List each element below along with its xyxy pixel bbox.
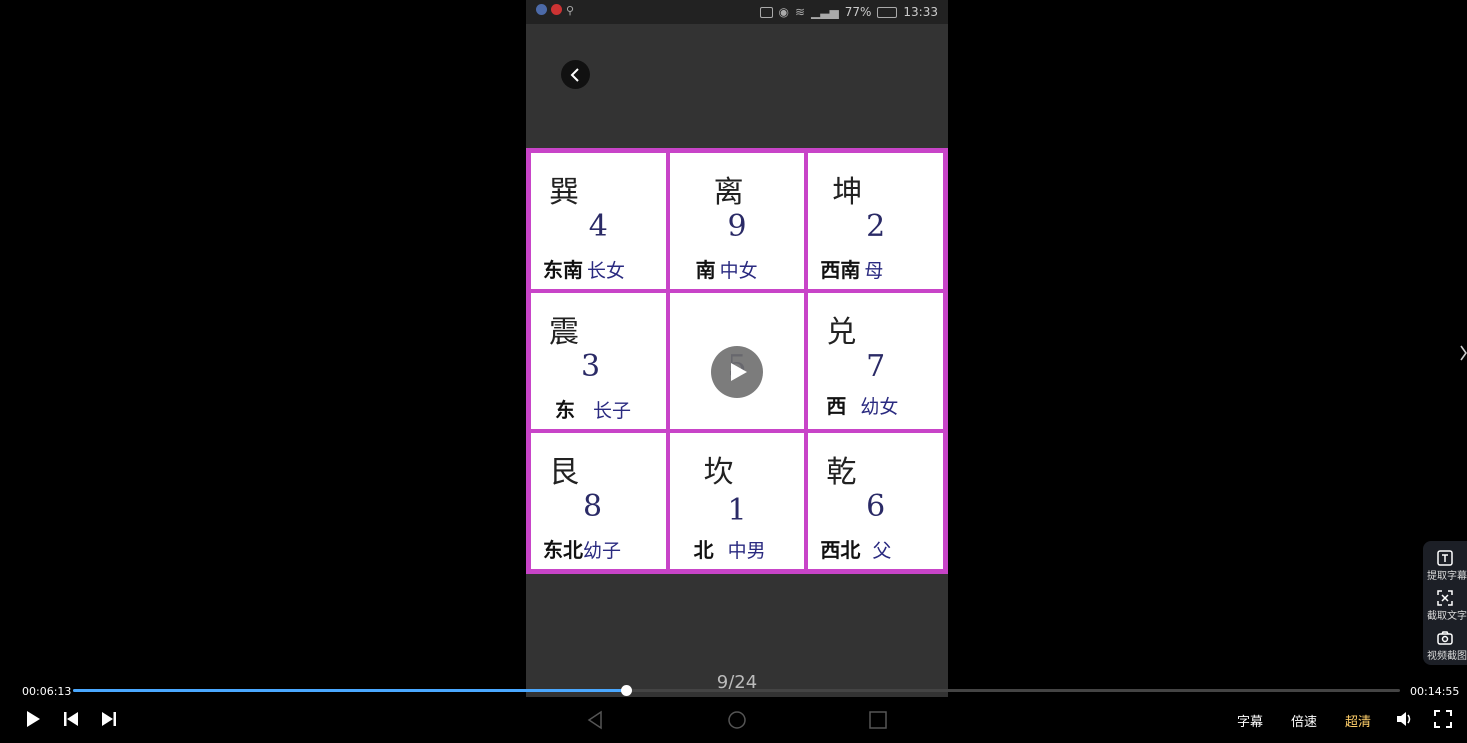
back-button[interactable] [561,60,590,89]
trigram-name: 震 [549,315,579,350]
direction-label: 西南母 [820,258,884,282]
tool-label: 提取字幕 [1427,571,1467,582]
subtitle-button[interactable]: 字幕 [1237,711,1263,730]
app-icon [536,4,547,15]
trigram-name: 乾 [826,455,857,490]
trigram-name: 艮 [549,455,579,490]
direction-label: 东南 长女 [543,258,626,282]
play-icon [730,363,747,381]
nav-home-icon [728,711,746,729]
play-icon [27,711,40,727]
speed-button[interactable]: 倍速 [1291,711,1317,730]
direction-label: 南中女 [695,258,758,282]
fullscreen-icon [1434,710,1452,728]
quality-button[interactable]: 超清 [1345,711,1371,730]
wifi-icon: ≋ [794,5,806,19]
text-extract-icon [1437,550,1453,566]
video-frame: ⚲ ◉ ≋ ▁▃▅ 77% 13:33 巽 4 东南 长女 离 9 南中女 坤 2… [526,0,948,697]
trigram-number: 1 [727,493,747,528]
extract-subtitle-tool[interactable]: 提取字幕 [1423,549,1467,582]
trigram-number: 4 [588,209,608,244]
family-label: 母 [864,260,884,282]
scan-text-icon [1437,590,1453,606]
nav-back-icon [587,710,603,730]
capture-text-tool[interactable]: 截取文字 [1423,589,1467,622]
direction-label: 西幼女 [826,394,899,418]
phone-status-bar: ⚲ ◉ ≋ ▁▃▅ 77% 13:33 [526,0,948,24]
video-screenshot-tool[interactable]: 视频截图 [1423,629,1467,662]
tool-label: 视频截图 [1427,651,1467,662]
total-time: 00:14:55 [1410,685,1460,698]
camera-icon [1437,631,1453,645]
grid-cell: 离 9 南中女 [667,151,807,291]
trigram-number: 9 [727,209,747,244]
skip-previous-icon [64,712,78,726]
direction-label: 东长子 [555,398,632,422]
family-label: 父 [872,540,892,562]
eye-icon: ◉ [778,5,789,19]
chevron-right-icon [1460,345,1467,361]
direction-label: 北中男 [693,538,766,562]
grid-cell: 坤 2 西南母 [806,151,945,291]
family-label: 中男 [727,540,766,562]
trigram-number: 3 [581,349,601,384]
tool-label: 截取文字 [1427,611,1467,622]
phone-nav-bar [526,697,948,743]
grid-cell: 乾 6 西北父 [806,431,945,571]
progress-bar[interactable] [73,685,1400,696]
trigram-number: 6 [866,489,886,524]
signal-icon: ▁▃▅ [811,5,839,19]
status-time: 13:33 [903,5,938,19]
direction-label: 西北父 [820,538,892,562]
grid-cell: 艮 8 东北幼子 [529,431,668,571]
volume-button[interactable] [1395,710,1413,732]
trigram-number: 7 [866,349,886,384]
nav-recents-icon [868,711,887,729]
direction-label: 东北幼子 [543,538,622,562]
trigram-number: 8 [583,489,603,524]
key-icon: ⚲ [566,4,575,17]
trigram-name: 坎 [703,455,734,490]
trigram-number: 2 [866,209,886,244]
trigram-name: 离 [713,175,744,210]
side-tool-panel: 提取字幕 截取文字 视频截图 [1423,541,1467,665]
trigram-name: 坤 [832,175,863,210]
current-time: 00:06:13 [22,685,72,698]
chevron-left-icon [570,67,579,82]
family-label: 幼子 [583,540,622,562]
grid-cell: 坎 1 北中男 [667,431,807,571]
trigram-name: 巽 [549,175,579,210]
family-label: 长子 [593,400,632,422]
play-button[interactable] [24,710,42,732]
family-label: 中女 [719,260,758,282]
center-play-button[interactable] [711,346,763,398]
skip-next-icon [102,712,116,726]
volume-icon [1397,712,1411,726]
side-expand-handle[interactable] [1460,344,1467,366]
shield-icon [551,4,562,15]
grid-cell: 兑 7 西幼女 [806,291,945,431]
fullscreen-button[interactable] [1434,710,1452,732]
grid-cell: 巽 4 东南 长女 [529,151,668,291]
battery-icon [877,6,898,18]
next-button[interactable] [100,710,118,732]
grid-cell: 震 3 东长子 [529,291,668,431]
family-label: 长女 [587,260,626,282]
previous-button[interactable] [62,710,80,732]
progress-played [73,689,627,692]
trigram-name: 兑 [826,315,857,350]
family-label: 幼女 [860,396,899,418]
cast-icon [759,6,773,18]
battery-percent: 77% [844,5,872,19]
